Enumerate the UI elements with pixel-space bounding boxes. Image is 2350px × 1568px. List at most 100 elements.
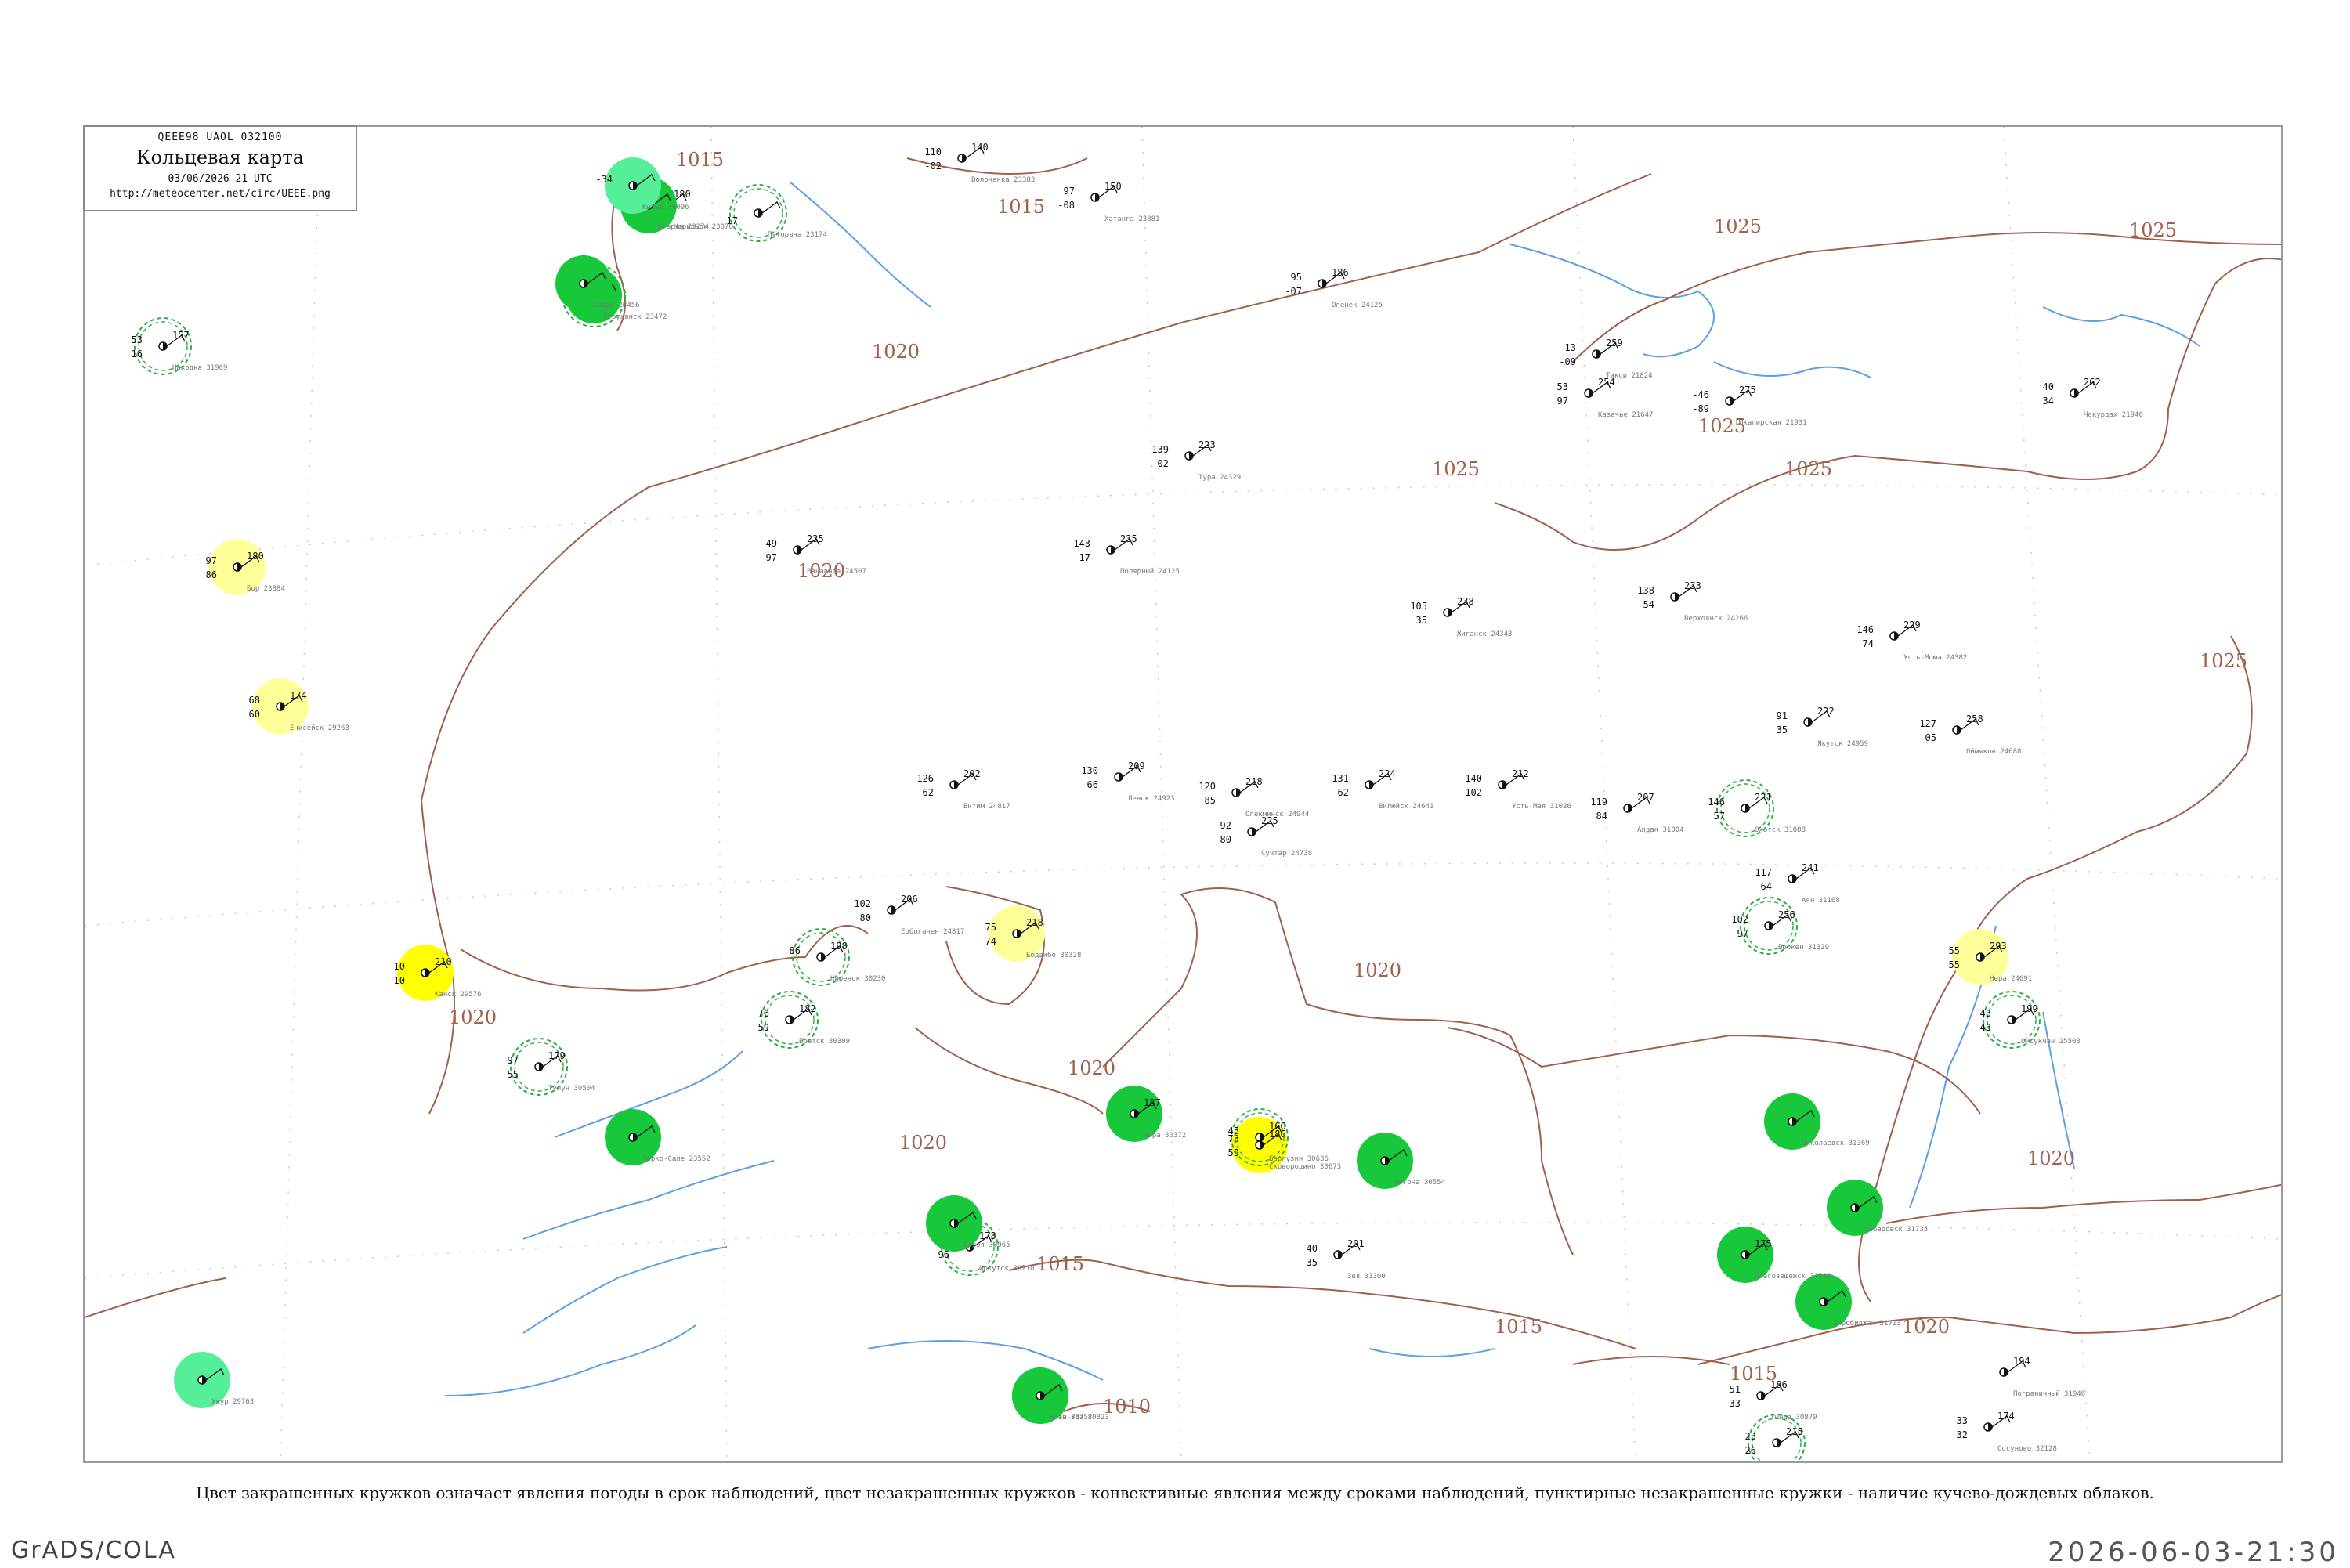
station-name: Благовещенск 31510 — [1755, 1273, 1831, 1281]
isobar-label: 1010 — [1103, 1396, 1151, 1418]
station-name: Хадыр 23456 — [593, 302, 640, 309]
station-temperature: 55 — [1949, 945, 1960, 956]
station-temperature: 75 — [985, 922, 996, 933]
station-name: Братск 30309 — [799, 1038, 850, 1046]
isobar-label: 1020 — [899, 1132, 947, 1154]
station-marker: 146 229 74 Усть-Мома 24382 — [1856, 620, 1967, 662]
station-dewpoint: 97 — [1737, 928, 1748, 939]
station-pressure: 258 — [1966, 714, 1983, 724]
station-temperature: 76 — [758, 1008, 769, 1019]
station-temperature: 33 — [1957, 1415, 1968, 1426]
station-name: Волочанка 23383 — [971, 176, 1035, 184]
station-marker: Тарко-Сале 23552 — [605, 1109, 710, 1165]
isobar-label: 1025 — [1714, 215, 1762, 237]
station-marker: 119 207 84 Алдан 31004 — [1590, 792, 1683, 834]
isobar-label: 1015 — [1036, 1253, 1084, 1275]
station-pressure: 173 — [979, 1230, 996, 1241]
station-dewpoint: -17 — [1073, 552, 1090, 563]
station-pressure: 222 — [1817, 706, 1835, 717]
station-pressure: 207 — [1637, 792, 1654, 803]
station-marker: 49 235 97 Ванавара 24507 — [766, 533, 866, 576]
station-name: Зея 31300 — [1347, 1273, 1386, 1281]
station-name: Тура 24329 — [1198, 474, 1241, 482]
station-marker: 43 199 43 Омсукчан 25503 — [1980, 991, 2081, 1049]
station-name: Витим 24817 — [964, 803, 1010, 811]
station-marker: 131 224 62 Вилюйск 24641 — [1332, 768, 1434, 811]
station-pressure: 210 — [435, 956, 452, 967]
station-name: Сосуново 32128 — [1998, 1445, 2057, 1453]
station-temperature: -34 — [595, 174, 613, 185]
station-pressure: 199 — [2021, 1003, 2038, 1014]
station-name: Находка 31969 — [172, 364, 227, 372]
station-name: Оленек 24125 — [1332, 302, 1383, 309]
station-temperature: -46 — [1692, 389, 1709, 400]
station-name: Туруханск 23472 — [603, 313, 667, 321]
station-name: Алдан 31004 — [1637, 826, 1684, 834]
station-marker: 95 186 -07 Оленек 24125 — [1285, 267, 1383, 309]
station-name: Охотск 31088 — [1755, 826, 1806, 834]
station-marker: 105 238 35 Жиганск 24343 — [1410, 596, 1512, 638]
station-pressure: 180 — [247, 551, 264, 562]
station-name: Могоча 30554 — [1394, 1179, 1445, 1187]
isobar-label: 1025 — [1432, 458, 1480, 480]
station-name: Пограничный 31946 — [2013, 1390, 2085, 1398]
station-name: Ванавара 24507 — [807, 568, 866, 576]
station-pressure: 186 — [1332, 267, 1349, 278]
station-dewpoint: 16 — [132, 349, 143, 359]
map-title: Кольцевая карта — [136, 146, 304, 168]
station-temperature: 110 — [924, 146, 942, 157]
station-dewpoint: 35 — [1416, 615, 1427, 626]
station-pressure: 150 — [1104, 181, 1122, 192]
station-name: Чита 30758 — [1050, 1414, 1092, 1422]
station-name: Дальнереченск 31909 — [1786, 1461, 1867, 1463]
station-marker: 13 259-09Тикси 21824 — [1559, 338, 1652, 380]
station-temperature: 97 — [508, 1055, 519, 1066]
station-pressure: 194 — [2013, 1356, 2030, 1367]
station-temperature: 45 — [1228, 1125, 1239, 1136]
station-dewpoint: 85 — [1205, 795, 1216, 806]
station-pressure: 206 — [901, 894, 918, 905]
station-marker: 146 221 57 Охотск 31088 — [1708, 779, 1806, 837]
station-pressure: 179 — [548, 1050, 566, 1061]
station-name: Николаевск 31369 — [1802, 1140, 1870, 1147]
station-marker: Могоча 30554 — [1357, 1133, 1445, 1189]
station-marker: 126 202 62 Витим 24817 — [916, 768, 1010, 811]
coastlines-rivers — [444, 181, 2200, 1396]
station-marker: 143 235 -17 Полярный 24125 — [1073, 533, 1180, 576]
station-dewpoint: 35 — [1307, 1257, 1318, 1268]
isobar-label: 1025 — [1784, 458, 1832, 480]
station-temperature: 53 — [132, 334, 143, 345]
station-dewpoint: -07 — [1285, 286, 1302, 297]
station-name: Биробиджан 31713 — [1833, 1319, 1901, 1328]
station-name: Игарка 23274 — [658, 223, 709, 231]
station-dewpoint: -09 — [1559, 356, 1576, 367]
station-pressure: 182 — [799, 1003, 816, 1014]
station-marker: 75 218 74 Бодайбо 30328 — [985, 905, 1081, 962]
isobar-label: 1015 — [676, 149, 724, 171]
station-name: Бодайбо 30328 — [1026, 951, 1081, 959]
station-name: Ужур 29763 — [212, 1398, 254, 1406]
station-name: Верхоянск 24266 — [1684, 615, 1748, 623]
station-dewpoint: 05 — [1925, 732, 1936, 743]
station-pressure: 233 — [1684, 580, 1701, 591]
station-marker: 110 140 -02 Волочанка 23383 — [924, 142, 1035, 184]
station-marker: 55 293 55 Нера 24691 — [1949, 929, 2032, 985]
station-temperature: 53 — [1557, 381, 1568, 392]
station-marker: 91 222 35 Якутск 24959 — [1777, 706, 1868, 748]
station-pressure: 218 — [1246, 776, 1263, 787]
station-name: Сковородино 30673 — [1269, 1163, 1341, 1171]
station-name: Юкагирская 21931 — [1739, 419, 1807, 427]
station-pressure: 229 — [1904, 620, 1921, 630]
station-pressure: 238 — [1457, 596, 1474, 607]
station-pressure: 140 — [971, 142, 989, 153]
station-marker: 138 233 54 Верхоянск 24266 — [1637, 580, 1748, 623]
station-pressure: 175 — [1755, 1238, 1772, 1249]
station-dewpoint: 80 — [860, 912, 871, 923]
station-pressure: 224 — [1379, 768, 1396, 779]
station-marker: 53 254 97 Казачье 21647 — [1557, 377, 1654, 419]
station-temperature: 49 — [766, 538, 777, 549]
station-marker: -34 Кызыл 36096 — [595, 157, 689, 214]
station-temperature: 40 — [2043, 381, 2054, 392]
station-marker: 117 241 64 Аян 31168 — [1755, 862, 1839, 905]
station-dewpoint: 34 — [2043, 396, 2054, 406]
